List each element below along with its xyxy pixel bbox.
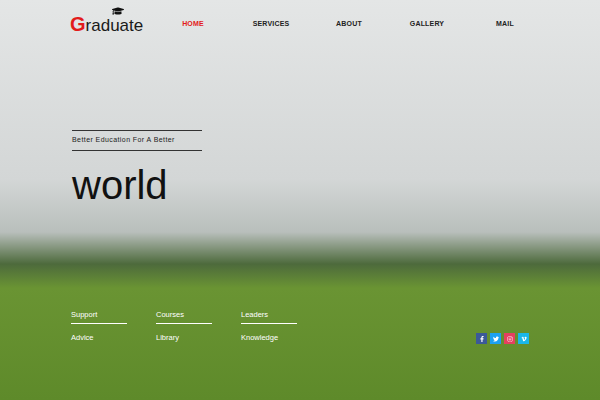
link-row: Advice Library Knowledge <box>71 332 326 346</box>
social-button[interactable] <box>490 333 501 344</box>
graduation-cap-icon <box>112 5 124 17</box>
social-icons <box>476 333 529 344</box>
social-button[interactable] <box>504 333 515 344</box>
footer-link[interactable]: Library <box>156 332 212 346</box>
headline: world <box>72 165 600 205</box>
instagram-icon <box>507 336 513 342</box>
facebook-icon <box>479 336 485 342</box>
footer-link[interactable]: Courses <box>156 309 212 324</box>
nav-item[interactable]: HOME <box>154 19 232 30</box>
footer-link[interactable]: Knowledge <box>241 332 297 346</box>
nav-item[interactable]: SERVICES <box>232 19 310 30</box>
link-row: Support Courses Leaders <box>71 309 326 324</box>
twitter-icon <box>493 336 499 342</box>
nav-item[interactable]: GALLERY <box>388 19 466 30</box>
social-button[interactable] <box>476 333 487 344</box>
vimeo-icon <box>521 336 527 342</box>
nav-item[interactable]: ABOUT <box>310 19 388 30</box>
page: GraduateHOMESERVICESABOUTGALLERYMAIL Bett… <box>0 0 600 400</box>
footer-link[interactable]: Advice <box>71 332 127 346</box>
header: GraduateHOMESERVICESABOUTGALLERYMAIL <box>0 0 600 34</box>
footer-link[interactable]: Leaders <box>241 309 297 324</box>
nav-item[interactable]: MAIL <box>466 19 544 30</box>
tagline: Better Education For A Better <box>72 130 202 151</box>
footer-link[interactable]: Support <box>71 309 127 324</box>
nav: HOMESERVICESABOUTGALLERYMAIL <box>154 19 544 30</box>
social-button[interactable] <box>518 333 529 344</box>
logo[interactable]: Graduate <box>70 14 154 34</box>
hero: Better Education For A Better world <box>0 130 600 205</box>
footer-links: Support Courses Leaders Advice Library Knowle… <box>0 309 600 400</box>
